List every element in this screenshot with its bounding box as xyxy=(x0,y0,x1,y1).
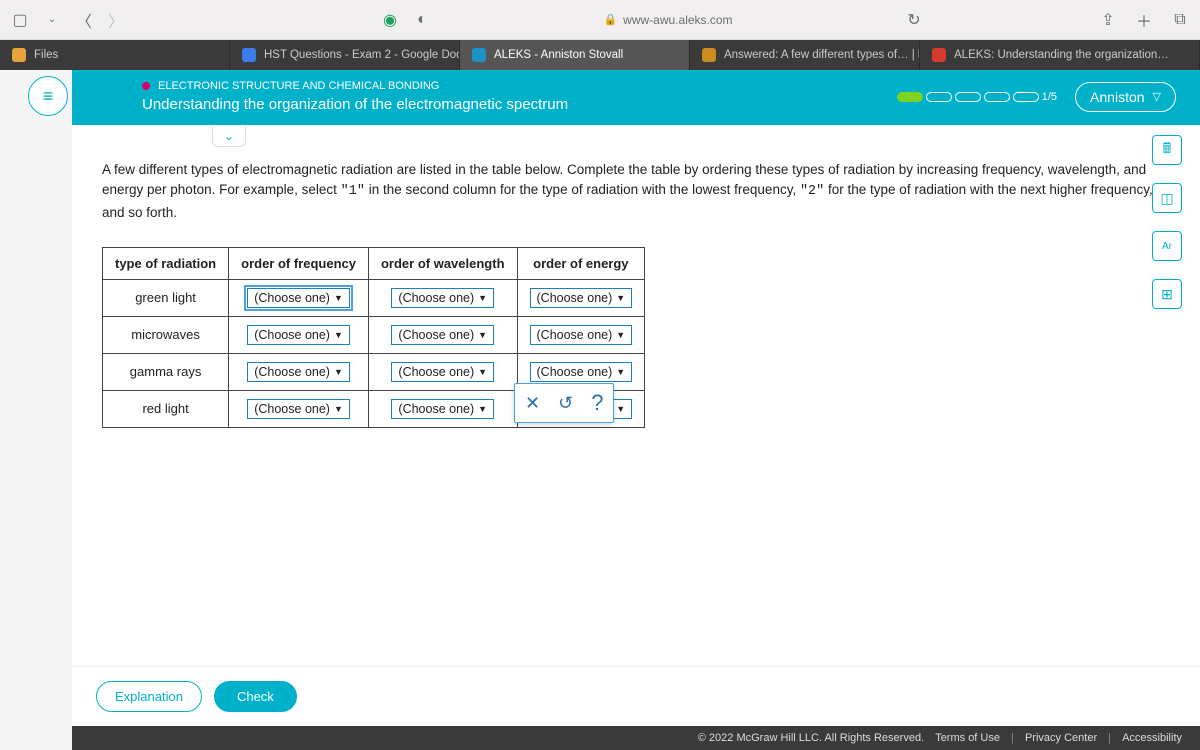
frequency-select[interactable]: (Choose one)▼ xyxy=(247,362,350,382)
col-header: order of wavelength xyxy=(368,247,517,279)
frequency-select[interactable]: (Choose one)▼ xyxy=(247,288,350,308)
lock-icon: 🔒 xyxy=(603,13,617,26)
tool-rail: 🖩 ◫ Ar ⊞ xyxy=(1152,135,1182,309)
energy-select[interactable]: (Choose one)▼ xyxy=(530,288,633,308)
chevron-down-icon: ▽ xyxy=(1153,90,1161,103)
footer-link[interactable]: Privacy Center xyxy=(1025,732,1097,744)
nav-forward-icon: 〉 xyxy=(106,8,126,32)
explanation-button[interactable]: Explanation xyxy=(96,681,202,712)
undo-icon[interactable]: ↺ xyxy=(558,393,573,414)
tab-youtube[interactable]: ALEKS: Understanding the organization… xyxy=(920,40,1200,70)
share-icon[interactable]: ⇪ xyxy=(1098,10,1118,30)
tab-files[interactable]: Files xyxy=(0,40,230,70)
tab-aleks-active[interactable]: ALEKS - Anniston Stovall xyxy=(460,40,690,70)
nav-back-icon[interactable]: 〈 xyxy=(74,8,94,32)
browser-toolbar: ▢ ⌄ 〈 〉 ◉ ◐ 🔒 www-awu.aleks.com ↻ ⇪ ＋ ⧉ xyxy=(0,0,1200,40)
sidebar-toggle-icon[interactable]: ▢ xyxy=(10,10,30,30)
wavelength-select[interactable]: (Choose one)▼ xyxy=(391,362,494,382)
content-area: A few different types of electromagnetic… xyxy=(72,125,1200,666)
url-bar[interactable]: 🔒 www-awu.aleks.com xyxy=(444,13,892,27)
cell-control-tray: ✕ ↺ ? xyxy=(514,383,614,423)
check-button[interactable]: Check xyxy=(214,681,297,712)
tab-strip: Files HST Questions - Exam 2 - Google Do… xyxy=(0,40,1200,70)
reload-icon[interactable]: ↻ xyxy=(904,10,924,30)
menu-button[interactable]: ≡ xyxy=(28,76,68,116)
energy-select[interactable]: (Choose one)▼ xyxy=(530,325,633,345)
wavelength-select[interactable]: (Choose one)▼ xyxy=(391,325,494,345)
frequency-select[interactable]: (Choose one)▼ xyxy=(247,399,350,419)
favicon xyxy=(472,48,486,62)
tab-bartleby[interactable]: Answered: A few different types of… | ba… xyxy=(690,40,920,70)
topic-header: ELECTRONIC STRUCTURE AND CHEMICAL BONDIN… xyxy=(72,70,1200,125)
instructions-text: A few different types of electromagnetic… xyxy=(102,160,1170,223)
data-table-icon[interactable]: ⊞ xyxy=(1152,279,1182,309)
extension-icon[interactable]: ◉ xyxy=(380,10,400,30)
favicon xyxy=(932,48,946,62)
footer-link[interactable]: Accessibility xyxy=(1122,732,1182,744)
favicon xyxy=(702,48,716,62)
new-tab-icon[interactable]: ＋ xyxy=(1134,8,1154,32)
energy-select[interactable]: (Choose one)▼ xyxy=(530,362,633,382)
graph-icon[interactable]: ◫ xyxy=(1152,183,1182,213)
wavelength-select[interactable]: (Choose one)▼ xyxy=(391,288,494,308)
tabs-overview-icon[interactable]: ⧉ xyxy=(1170,11,1190,29)
topic-dot-icon xyxy=(142,82,150,90)
bottom-bar: Explanation Check xyxy=(72,666,1200,726)
topic-title: Understanding the organization of the el… xyxy=(142,96,568,113)
periodic-table-icon[interactable]: Ar xyxy=(1152,231,1182,261)
col-header: order of frequency xyxy=(229,247,369,279)
col-header: order of energy xyxy=(517,247,645,279)
wavelength-select[interactable]: (Choose one)▼ xyxy=(391,399,494,419)
col-header: type of radiation xyxy=(103,247,229,279)
table-row: microwaves (Choose one)▼ (Choose one)▼ (… xyxy=(103,316,645,353)
frequency-select[interactable]: (Choose one)▼ xyxy=(247,325,350,345)
user-menu[interactable]: Anniston ▽ xyxy=(1075,82,1176,112)
left-rail: ≡ xyxy=(0,70,72,750)
help-icon[interactable]: ? xyxy=(591,390,603,416)
calculator-icon[interactable]: 🖩 xyxy=(1152,135,1182,165)
favicon xyxy=(242,48,256,62)
copyright-text: © 2022 McGraw Hill LLC. All Rights Reser… xyxy=(698,732,924,744)
table-row: green light (Choose one)▼ (Choose one)▼ … xyxy=(103,279,645,316)
footer-link[interactable]: Terms of Use xyxy=(935,732,1000,744)
tab-google-docs[interactable]: HST Questions - Exam 2 - Google Docs xyxy=(230,40,460,70)
progress-indicator: 1/5 xyxy=(897,91,1057,103)
url-text: www-awu.aleks.com xyxy=(623,13,732,27)
breadcrumb: ELECTRONIC STRUCTURE AND CHEMICAL BONDIN… xyxy=(158,80,439,92)
dropdown-caret-icon[interactable]: ⌄ xyxy=(42,14,62,25)
clear-icon[interactable]: ✕ xyxy=(525,393,540,414)
footer: © 2022 McGraw Hill LLC. All Rights Reser… xyxy=(72,726,1200,750)
shield-icon[interactable]: ◐ xyxy=(412,11,432,29)
favicon xyxy=(12,48,26,62)
